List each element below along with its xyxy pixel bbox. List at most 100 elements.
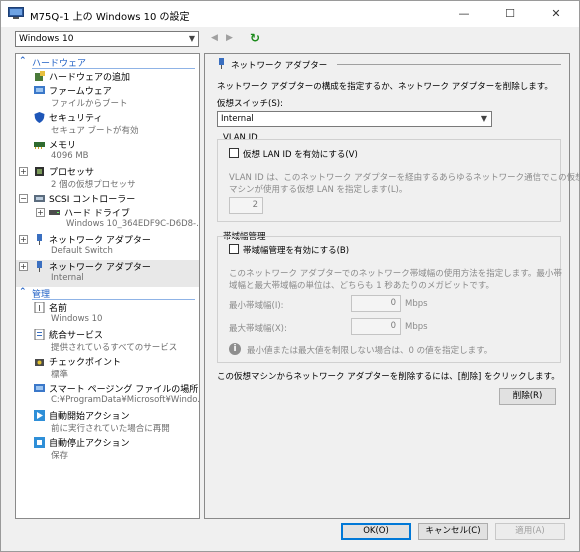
collapse-tree-icon[interactable]: − — [19, 194, 28, 203]
tree-item-subtitle: ファイルからブート — [51, 99, 128, 109]
network-adapter-icon — [37, 261, 42, 272]
tree-item-title: 自動開始アクション — [49, 412, 130, 422]
bandwidth-info-text: 最小値または最大値を制限しない場合は、0 の値を指定します。 — [247, 346, 493, 356]
processor-icon — [35, 167, 44, 176]
bandwidth-enable-label[interactable]: 帯域幅管理を有効にする(B) — [243, 244, 349, 256]
expand-icon[interactable]: + — [19, 262, 28, 271]
window-title: M75Q-1 上の Windows 10 の設定 — [30, 12, 190, 23]
vlan-enable-label[interactable]: 仮想 LAN ID を有効にする(V) — [243, 148, 358, 160]
tree-item-title: ハード ドライブ — [64, 209, 130, 219]
tree-item-title: ファームウェア — [49, 87, 112, 97]
minimize-button[interactable]: — — [441, 1, 487, 27]
expand-icon[interactable]: + — [19, 235, 28, 244]
tree-item-subtitle: 4096 MB — [51, 151, 89, 161]
tree-item-title: 統合サービス — [49, 331, 104, 341]
network-adapter-icon — [219, 58, 224, 69]
tree-item-subtitle: 標準 — [51, 370, 69, 380]
collapse-icon: ⌃ — [19, 56, 27, 66]
tree-item-scsi-controller[interactable]: − SCSI コントローラー — [16, 192, 199, 206]
tree-item-title: プロセッサ — [49, 168, 95, 178]
expand-icon[interactable]: + — [36, 208, 45, 217]
tree-item-network-adapter-default[interactable]: + ネットワーク アダプター Default Switch — [16, 233, 199, 260]
tree-item-title: 自動停止アクション — [49, 439, 130, 449]
tree-item-hard-drive[interactable]: + ハード ドライブ Windows 10_364EDF9C-D6D8-... — [16, 206, 199, 233]
ok-button[interactable]: OK(O) — [341, 523, 411, 540]
expand-icon[interactable]: + — [19, 167, 28, 176]
tree-item-title: SCSI コントローラー — [49, 195, 136, 205]
virtual-switch-dropdown[interactable]: Internal ▼ — [217, 111, 492, 127]
min-bandwidth-input[interactable]: 0 — [351, 295, 401, 312]
settings-detail-panel: ネットワーク アダプター ネットワーク アダプターの構成を指定するか、ネットワー… — [204, 53, 580, 519]
tree-item-subtitle: 保存 — [51, 451, 69, 461]
previous-icon[interactable]: ◀ — [211, 33, 218, 43]
tree-item-title: チェックポイント — [49, 358, 122, 368]
remove-button[interactable]: 削除(R) — [499, 388, 556, 405]
max-bandwidth-input[interactable]: 0 — [351, 318, 401, 335]
vlan-description-2: マシンが使用する仮想 LAN を指定します(L)。 — [229, 185, 408, 195]
add-hardware-icon — [35, 71, 45, 81]
settings-tree: ⌃ ハードウェア ハードウェアの追加 ファームウェア ファイルからブート セキュ… — [15, 53, 200, 519]
tree-item-subtitle: 2 個の仮想プロセッサ — [51, 180, 136, 190]
section-management[interactable]: ⌃ 管理 — [16, 287, 199, 300]
min-bandwidth-unit: Mbps — [405, 299, 428, 309]
header-divider — [337, 64, 561, 65]
remove-instruction: この仮想マシンからネットワーク アダプターを削除するには、[削除] をクリックし… — [217, 372, 560, 382]
chevron-down-icon: ▼ — [188, 34, 195, 43]
virtual-switch-value: Internal — [221, 114, 254, 124]
tree-item-integration-services[interactable]: 統合サービス 提供されているすべてのサービス — [16, 328, 199, 355]
tree-item-subtitle: セキュア ブートが有効 — [51, 126, 139, 136]
section-hardware[interactable]: ⌃ ハードウェア — [16, 56, 199, 69]
tree-item-subtitle: Windows 10 — [51, 314, 103, 324]
scsi-controller-icon — [34, 195, 45, 202]
max-bandwidth-label: 最大帯域幅(X): — [229, 324, 287, 334]
hyperv-settings-icon — [8, 7, 24, 19]
tree-item-title: ネットワーク アダプター — [49, 236, 151, 246]
tree-item-add-hardware[interactable]: ハードウェアの追加 — [16, 70, 199, 84]
checkpoint-icon — [35, 359, 44, 366]
memory-icon — [34, 142, 45, 149]
tree-item-subtitle: 前に実行されていた場合に再開 — [51, 424, 170, 434]
shield-icon — [34, 112, 45, 123]
tree-item-auto-stop[interactable]: 自動停止アクション 保存 — [16, 436, 199, 463]
smart-paging-icon — [34, 384, 45, 392]
tree-item-network-adapter-internal[interactable]: + ネットワーク アダプター Internal — [16, 260, 199, 287]
tree-item-subtitle: Default Switch — [51, 246, 113, 256]
vlan-id-input[interactable]: 2 — [229, 197, 263, 214]
vm-selector-value: Windows 10 — [19, 34, 74, 44]
refresh-icon[interactable]: ↻ — [250, 31, 260, 45]
bandwidth-enable-checkbox[interactable] — [229, 244, 239, 254]
maximize-button[interactable]: ☐ — [487, 1, 533, 27]
title-bar: M75Q-1 上の Windows 10 の設定 — ☐ ✕ — [1, 1, 579, 27]
tree-item-title: ハードウェアの追加 — [49, 73, 131, 83]
tree-item-processor[interactable]: + プロセッサ 2 個の仮想プロセッサ — [16, 165, 199, 192]
panel-description: ネットワーク アダプターの構成を指定するか、ネットワーク アダプターを削除します… — [217, 82, 553, 92]
vm-selector-dropdown[interactable]: Windows 10 ▼ — [15, 31, 199, 47]
info-icon: i — [229, 343, 241, 355]
close-button[interactable]: ✕ — [533, 1, 579, 27]
tree-item-security[interactable]: セキュリティ セキュア ブートが有効 — [16, 111, 199, 138]
bandwidth-description-2: 域幅と最大帯域幅の単位は、どちらも 1 秒あたりのメガビットです。 — [229, 281, 494, 291]
tree-item-auto-start[interactable]: 自動開始アクション 前に実行されていた場合に再開 — [16, 409, 199, 436]
tree-item-memory[interactable]: メモリ 4096 MB — [16, 138, 199, 165]
cancel-button[interactable]: キャンセル(C) — [418, 523, 488, 540]
tree-item-firmware[interactable]: ファームウェア ファイルからブート — [16, 84, 199, 111]
tree-item-title: ネットワーク アダプター — [49, 263, 151, 273]
tree-item-smart-paging[interactable]: スマート ページング ファイルの場所 C:¥ProgramData¥Micros… — [16, 382, 199, 409]
min-bandwidth-label: 最小帯域幅(I): — [229, 301, 284, 311]
firmware-icon — [34, 86, 45, 94]
chevron-down-icon: ▼ — [480, 114, 487, 123]
virtual-switch-label: 仮想スイッチ(S): — [217, 99, 283, 109]
tree-item-checkpoint[interactable]: チェックポイント 標準 — [16, 355, 199, 382]
auto-stop-icon — [34, 437, 45, 448]
tree-item-subtitle: C:¥ProgramData¥Microsoft¥Windo... — [51, 395, 200, 405]
bandwidth-description-1: このネットワーク アダプターでのネットワーク帯域幅の使用方法を指定します。最小帯 — [229, 269, 562, 279]
tree-item-subtitle: Internal — [51, 273, 84, 283]
svg-text:I: I — [38, 304, 40, 313]
apply-button[interactable]: 適用(A) — [495, 523, 565, 540]
tree-item-name[interactable]: I 名前 Windows 10 — [16, 301, 199, 328]
settings-window: M75Q-1 上の Windows 10 の設定 — ☐ ✕ Windows 1… — [0, 0, 580, 552]
panel-header: ネットワーク アダプター — [231, 61, 328, 71]
vlan-enable-checkbox[interactable] — [229, 148, 239, 158]
tree-item-title: スマート ページング ファイルの場所 — [49, 385, 199, 395]
next-icon[interactable]: ▶ — [226, 33, 233, 43]
